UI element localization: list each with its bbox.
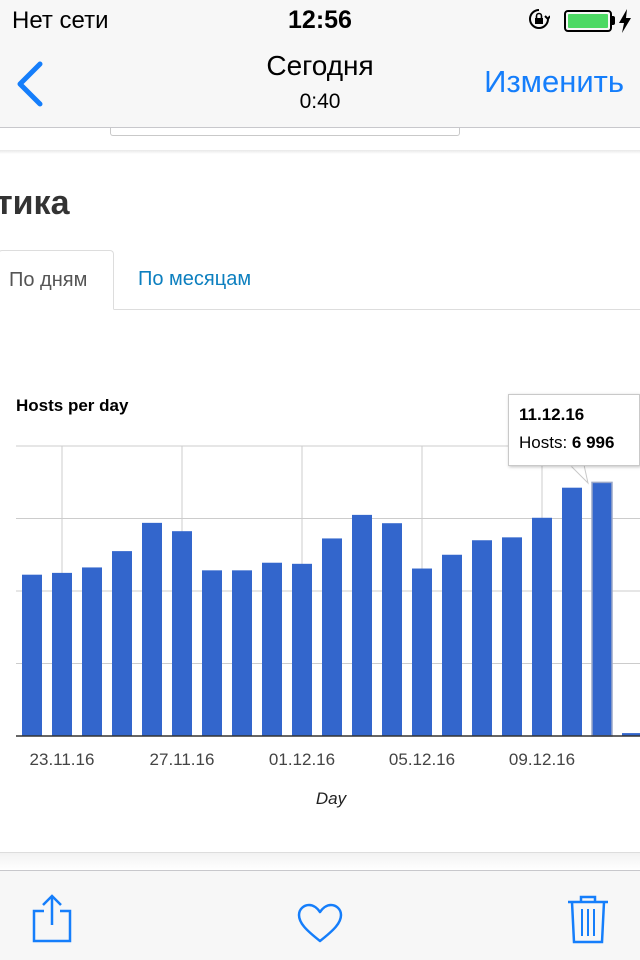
header-shadow (0, 150, 640, 154)
section-heading: тика (0, 184, 70, 222)
x-axis-label: Day (316, 789, 348, 808)
bar (412, 568, 432, 736)
bottom-toolbar (0, 870, 640, 960)
chart-title: Hosts per day (16, 396, 129, 415)
content-divider (0, 852, 640, 870)
charging-bolt-icon (619, 9, 631, 33)
bar (202, 570, 222, 736)
share-icon[interactable] (28, 893, 76, 945)
x-tick-label: 05.12.16 (389, 750, 455, 769)
bar (382, 523, 402, 736)
bar (262, 562, 282, 736)
bar (112, 551, 132, 736)
heart-icon[interactable] (296, 897, 344, 949)
x-tick-label: 09.12.16 (509, 750, 575, 769)
bar (562, 487, 582, 736)
bar-highlighted (591, 481, 613, 737)
tooltip-label: Hosts: (519, 433, 568, 452)
bar (472, 540, 492, 736)
bar (232, 570, 252, 736)
bar (142, 522, 162, 736)
navigation-bar: Сегодня 0:40 Изменить (0, 40, 640, 128)
tab-by-days[interactable]: По дням (0, 250, 114, 310)
bar (82, 567, 102, 736)
chart-canvas: 23.11.16 27.11.16 01.12.16 05.12.16 09.12.16… (16, 445, 640, 808)
bar (442, 554, 462, 736)
battery-icon (564, 10, 612, 32)
rotation-lock-icon (529, 9, 550, 29)
chart-tooltip: 11.12.16 Hosts: 6 996 (508, 394, 640, 466)
bar (292, 563, 312, 736)
x-tick-label: 01.12.16 (269, 750, 335, 769)
bar (52, 572, 72, 736)
hosts-chart: 23.11.16 27.11.16 01.12.16 05.12.16 09.12.16… (0, 310, 640, 830)
bar (322, 538, 342, 736)
x-tick-label: 27.11.16 (150, 750, 215, 769)
bar (172, 531, 192, 736)
tooltip-line: Hosts: 6 996 (519, 433, 639, 453)
tab-by-months[interactable]: По месяцам (138, 268, 251, 291)
web-content: тика По дням По месяцам 23.11.16 27.11.16… (0, 128, 640, 870)
trash-icon[interactable] (564, 893, 612, 945)
status-bar: Нет сети 12:56 (0, 0, 640, 40)
battery-level (568, 14, 608, 28)
input-field-edge (110, 128, 460, 136)
edit-button[interactable]: Изменить (484, 64, 624, 100)
tooltip-pointer (570, 465, 589, 485)
bar (22, 574, 42, 736)
tooltip-value: 6 996 (571, 433, 615, 452)
battery-tip (612, 16, 615, 25)
bar (502, 537, 522, 736)
bar (352, 514, 372, 736)
bar (532, 517, 552, 736)
tooltip-date: 11.12.16 (519, 405, 585, 424)
tab-bar: По дням По месяцам (0, 250, 640, 310)
x-tick-label: 23.11.16 (30, 750, 95, 769)
